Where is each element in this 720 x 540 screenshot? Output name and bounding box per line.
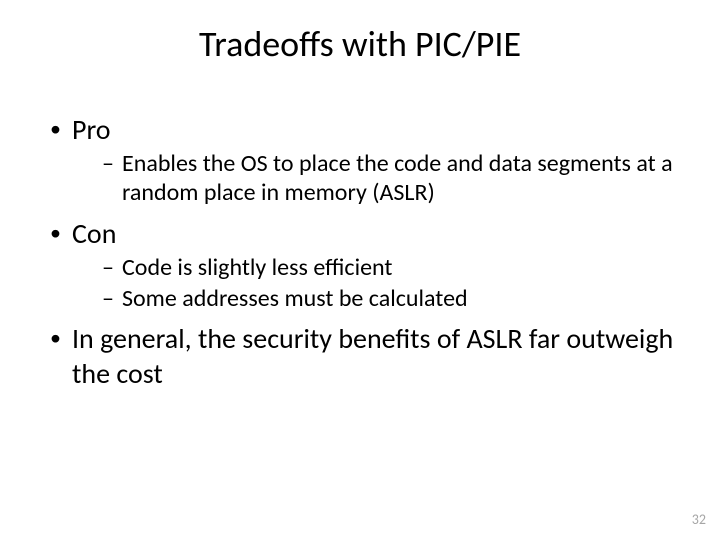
sub-list: Enables the OS to place the code and dat…	[72, 149, 676, 208]
slide-body: Pro Enables the OS to place the code and…	[48, 112, 676, 395]
slide-title: Tradeoffs with PIC/PIE	[0, 22, 720, 66]
sub-bullet: Enables the OS to place the code and dat…	[102, 149, 676, 208]
bullet-pro: Pro Enables the OS to place the code and…	[48, 112, 676, 208]
sub-bullet: Code is slightly less efficient	[102, 253, 676, 282]
sub-list: Code is slightly less efficient Some add…	[72, 253, 676, 314]
page-number: 32	[692, 511, 706, 528]
bullet-summary: In general, the security benefits of ASL…	[48, 321, 676, 391]
bullet-text: Pro	[72, 112, 111, 147]
bullet-con: Con Code is slightly less efficient Some…	[48, 216, 676, 314]
bullet-text: Con	[72, 216, 116, 251]
slide: Tradeoffs with PIC/PIE Pro Enables the O…	[0, 0, 720, 540]
bullet-list: Pro Enables the OS to place the code and…	[48, 112, 676, 391]
sub-bullet: Some addresses must be calculated	[102, 284, 676, 313]
